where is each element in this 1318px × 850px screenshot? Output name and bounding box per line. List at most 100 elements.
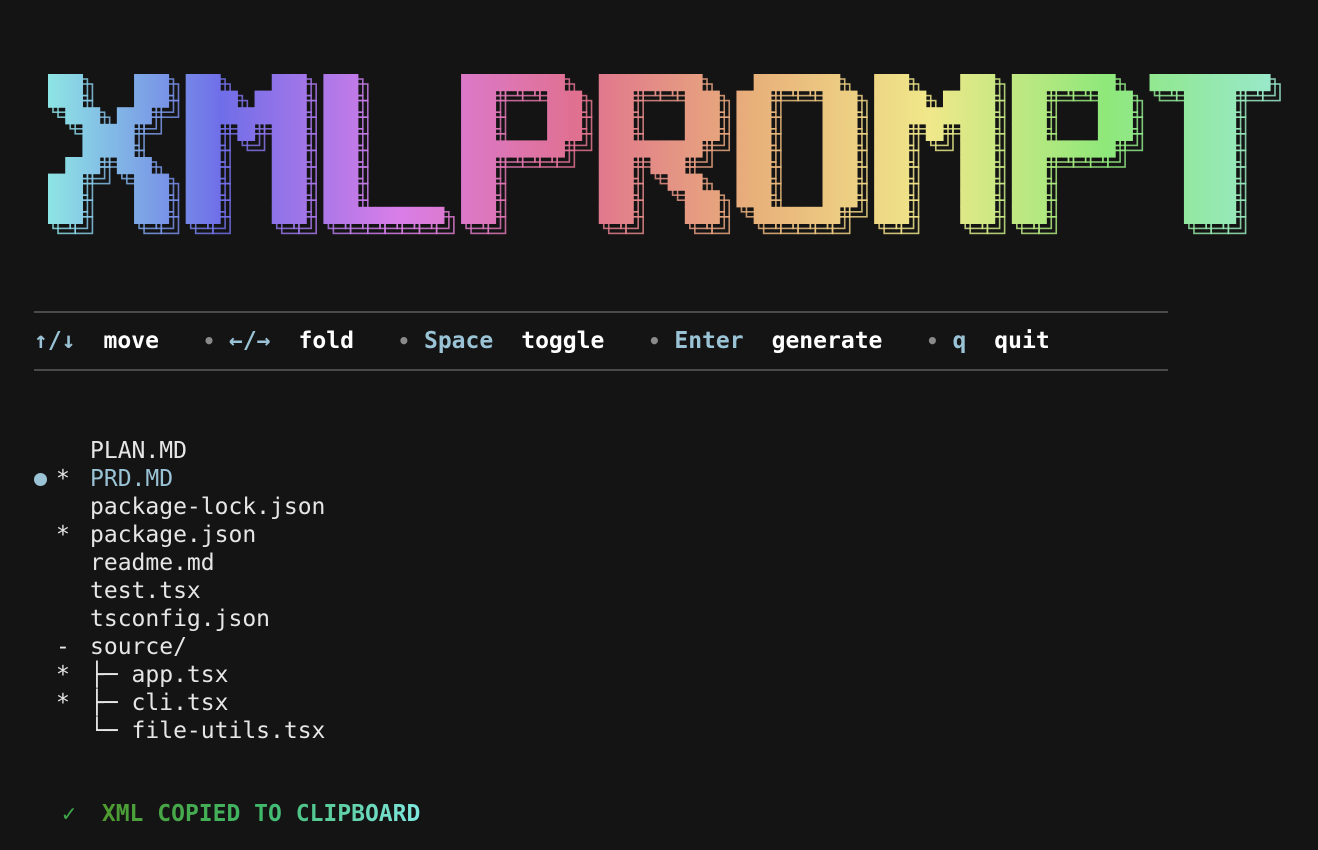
logo-block xyxy=(1218,90,1237,108)
logo-block xyxy=(822,74,841,92)
logo-block xyxy=(288,123,307,141)
logo-block xyxy=(891,74,910,92)
logo-block xyxy=(461,140,479,158)
logo-block xyxy=(185,190,204,208)
logo-block xyxy=(1011,90,1030,108)
logo-block xyxy=(977,140,996,158)
logo-block xyxy=(891,107,910,125)
logo-block xyxy=(615,157,634,175)
logo-block xyxy=(271,140,290,158)
logo-block xyxy=(564,123,583,141)
tree-row[interactable]: * ├─ cli.tsx xyxy=(34,689,325,717)
logo-block xyxy=(977,107,996,125)
hint-separator: • xyxy=(202,329,215,353)
logo-block xyxy=(753,123,772,141)
logo-block xyxy=(323,107,342,125)
logo-block xyxy=(1115,90,1133,108)
logo-block xyxy=(684,206,703,224)
logo-block xyxy=(633,74,651,92)
file-name: test.tsx xyxy=(90,578,201,604)
logo-block xyxy=(48,74,66,92)
logo-block xyxy=(478,140,497,158)
logo-block xyxy=(185,90,204,108)
logo-block xyxy=(1046,140,1065,158)
hint-action-toggle: toggle xyxy=(521,328,605,354)
logo-block xyxy=(891,140,910,158)
logo-block xyxy=(271,206,290,224)
logo-block xyxy=(702,90,720,108)
logo-block xyxy=(340,140,359,158)
logo-block xyxy=(977,157,996,175)
logo-block xyxy=(598,107,617,125)
cursor-column xyxy=(34,465,56,493)
logo-block xyxy=(185,123,204,141)
hint-move: ↑/↓ move xyxy=(34,328,159,354)
logo-block xyxy=(942,107,961,125)
cursor-dot-icon xyxy=(34,472,47,486)
logo-block xyxy=(960,90,979,108)
logo-block xyxy=(478,173,497,191)
tree-row[interactable]: - source/ xyxy=(34,633,325,661)
tree-row[interactable]: └─ file-utils.tsx xyxy=(34,717,325,745)
tree-row[interactable]: * PRD.MD xyxy=(34,465,325,493)
cursor-column xyxy=(34,549,56,577)
tree-row[interactable]: * ├─ app.tsx xyxy=(34,661,325,689)
logo-block xyxy=(1011,206,1030,224)
logo-block xyxy=(357,206,376,224)
logo-block xyxy=(116,157,135,175)
logo-block xyxy=(288,90,307,108)
hint-key-move: ↑/↓ xyxy=(34,328,76,354)
logo-block xyxy=(82,107,101,125)
file-name: app.tsx xyxy=(131,662,229,688)
tree-row[interactable]: test.tsx xyxy=(34,577,325,605)
file-name: package.json xyxy=(90,522,257,548)
logo-block xyxy=(495,140,514,158)
logo-block xyxy=(134,190,152,208)
logo-block xyxy=(134,157,152,175)
logo-block xyxy=(340,157,359,175)
logo-block xyxy=(237,107,256,125)
logo-block xyxy=(822,123,841,141)
logo-block xyxy=(891,206,910,224)
logo-block xyxy=(874,140,892,158)
logo-block xyxy=(822,157,841,175)
logo-block xyxy=(1183,74,1202,92)
logo-block xyxy=(512,140,531,158)
logo-block xyxy=(753,140,772,158)
tree-row[interactable]: * package.json xyxy=(34,521,325,549)
logo-block xyxy=(288,140,307,158)
logo-block xyxy=(461,190,479,208)
logo-block xyxy=(1183,123,1202,141)
logo-block xyxy=(134,107,152,125)
logo-block xyxy=(805,206,824,224)
logo-block xyxy=(960,157,979,175)
logo-block xyxy=(340,107,359,125)
tree-row[interactable]: PLAN.MD xyxy=(34,437,325,465)
file-name: tsconfig.json xyxy=(90,606,271,632)
selection-mark xyxy=(56,577,90,605)
logo-block xyxy=(736,123,755,141)
logo-block xyxy=(1201,206,1219,224)
logo-block xyxy=(753,90,772,108)
tree-row[interactable]: readme.md xyxy=(34,549,325,577)
logo-block xyxy=(185,206,204,224)
logo-block xyxy=(461,74,479,92)
hint-fold: ←/→ fold xyxy=(229,328,354,354)
logo-block xyxy=(1218,123,1237,141)
logo-block xyxy=(461,123,479,141)
logo-block xyxy=(615,107,634,125)
logo-block xyxy=(340,90,359,108)
logo-block xyxy=(891,157,910,175)
logo-block xyxy=(547,123,565,141)
logo-block xyxy=(1115,123,1133,141)
logo-block xyxy=(1183,107,1202,125)
hint-action-move: move xyxy=(103,328,159,354)
logo-block xyxy=(650,74,669,92)
tree-row[interactable]: tsconfig.json xyxy=(34,605,325,633)
logo-block xyxy=(478,107,497,125)
logo-block xyxy=(82,140,101,158)
logo-block xyxy=(1029,206,1047,224)
hint-quit: q quit xyxy=(952,328,1049,354)
logo-block xyxy=(151,206,170,224)
tree-row[interactable]: package-lock.json xyxy=(34,493,325,521)
